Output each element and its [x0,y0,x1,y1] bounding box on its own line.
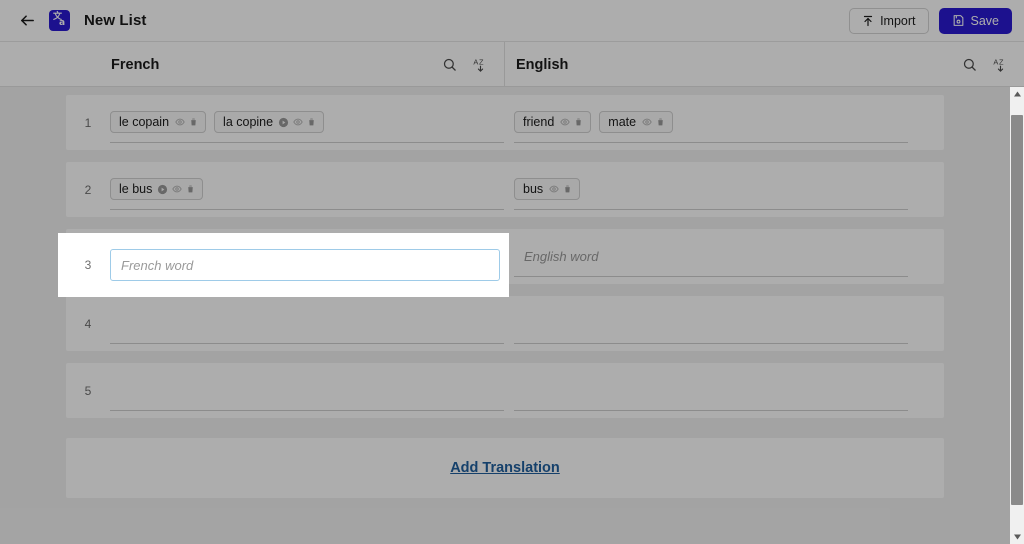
page-title: New List [84,12,147,29]
table-row[interactable]: 5 [66,363,944,418]
trash-icon[interactable] [306,117,317,128]
eye-off-icon[interactable] [548,184,559,195]
row-target-cell[interactable] [514,236,908,277]
source-column-tools: A Z [442,57,504,73]
eye-off-icon[interactable] [171,184,182,195]
source-search-icon[interactable] [442,57,457,72]
save-button[interactable]: Save [938,7,1012,34]
word-chip[interactable]: le bus [110,178,204,200]
add-translation-link[interactable]: Add Translation [450,460,560,476]
source-language-label: French [111,56,160,73]
chip-label: mate [608,115,637,129]
translation-list-area: 1 le copain la copine friend mate 2 le b… [0,87,1010,544]
focused-source-word-input[interactable] [111,250,499,280]
row-target-cell[interactable]: friend mate [514,103,908,143]
trash-icon[interactable] [188,117,199,128]
app-window: 文 a New List Import Save French A Z Engl… [0,0,1024,544]
row-source-cell[interactable] [110,371,504,411]
svg-text:Z: Z [999,57,1004,66]
chip-label: le copain [119,115,170,129]
sort-alpha-icon: A Z [473,57,484,72]
svg-text:A: A [473,57,478,66]
save-disk-icon [953,15,963,26]
target-word-input[interactable] [514,236,908,276]
word-chip[interactable]: friend [514,111,592,133]
trash-icon[interactable] [185,184,196,195]
play-circle-icon[interactable] [157,184,168,195]
trash-icon[interactable] [573,117,584,128]
import-button[interactable]: Import [849,7,929,34]
chip-label: friend [523,115,555,129]
chip-icons [278,117,317,128]
sort-alpha-icon: A Z [993,57,1004,72]
target-language-column: English A Z [505,42,1024,87]
spotlight-highlight: 3 [58,233,509,297]
search-icon [963,58,976,71]
svg-text:Z: Z [479,57,484,66]
row-source-cell[interactable]: le copain la copine [110,103,504,143]
trash-icon[interactable] [655,117,666,128]
table-row[interactable]: 1 le copain la copine friend mate [66,95,944,150]
eye-off-icon[interactable] [559,117,570,128]
eye-off-icon[interactable] [292,117,303,128]
language-header: French A Z English A Z [0,42,1024,87]
target-column-tools: A Z [962,57,1024,73]
row-source-cell[interactable]: le bus [110,170,504,210]
row-target-cell[interactable] [514,304,908,344]
translate-app-icon: 文 a [49,10,70,31]
upload-icon [863,15,873,26]
play-circle-icon[interactable] [278,117,289,128]
top-app-bar: 文 a New List Import Save [0,0,1024,42]
word-chip[interactable]: bus [514,178,581,200]
row-number: 2 [84,182,92,197]
table-row[interactable]: 2 le bus bus [66,162,944,217]
save-button-label: Save [970,13,1000,28]
row-number: 1 [84,115,92,130]
chip-icons [548,184,573,195]
search-icon [443,58,456,71]
logo-glyph-secondary: a [59,18,66,28]
row-number: 4 [84,316,92,331]
scroll-up-button[interactable] [1010,87,1024,101]
chip-label: le bus [119,182,153,196]
svg-text:A: A [993,57,998,66]
eye-off-icon[interactable] [641,117,652,128]
import-button-label: Import [880,13,916,28]
scrollbar-thumb[interactable] [1011,115,1023,505]
target-search-icon[interactable] [962,57,977,72]
source-language-column: French A Z [0,42,505,87]
back-button[interactable] [12,6,42,36]
arrow-left-icon [20,15,34,26]
chip-label: la copine [223,115,274,129]
caret-up-icon [1013,91,1021,97]
row-source-cell[interactable] [110,304,504,344]
word-chip[interactable]: le copain [110,111,207,133]
row-target-cell[interactable]: bus [514,170,908,210]
scrollbar-track[interactable] [1010,101,1024,530]
scroll-down-button[interactable] [1010,530,1024,544]
chip-icons [559,117,584,128]
spotlight-row-number: 3 [84,258,92,272]
eye-off-icon[interactable] [174,117,185,128]
vertical-scrollbar[interactable] [1010,87,1024,544]
target-language-label: English [516,56,569,73]
caret-down-icon [1013,534,1021,540]
row-target-cell[interactable] [514,371,908,411]
add-translation-card[interactable]: Add Translation [66,438,944,498]
spotlight-input-wrapper[interactable] [110,249,500,281]
table-row[interactable]: 4 [66,296,944,351]
word-chip[interactable]: mate [599,111,674,133]
target-sort-icon[interactable]: A Z [993,57,1008,73]
row-number: 5 [84,383,92,398]
chip-label: bus [523,182,544,196]
source-sort-icon[interactable]: A Z [473,57,488,73]
chip-icons [174,117,199,128]
chip-icons [157,184,196,195]
word-chip[interactable]: la copine [214,111,325,133]
trash-icon[interactable] [562,184,573,195]
chip-icons [641,117,666,128]
